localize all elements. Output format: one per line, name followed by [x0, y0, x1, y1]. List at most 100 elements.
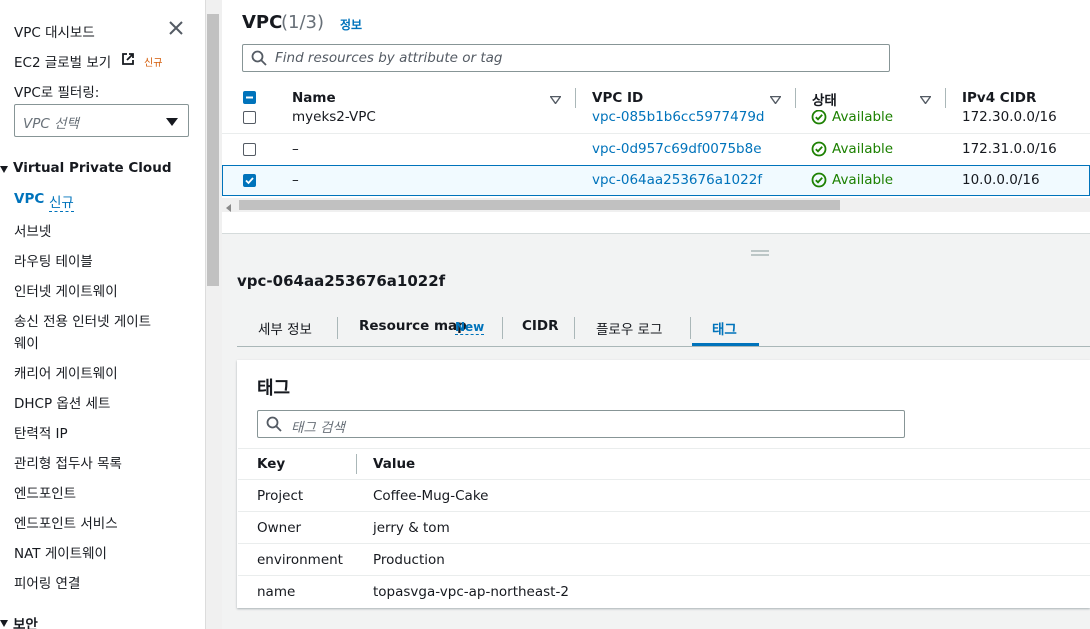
search-placeholder: Find resources by attribute or tag	[275, 50, 503, 66]
tag-row: Owner jerry & tom	[238, 511, 1090, 544]
column-header-name[interactable]: Name	[292, 90, 336, 106]
row-status: Available	[832, 172, 894, 188]
tag-column-value[interactable]: Value	[373, 456, 415, 472]
column-separator[interactable]	[356, 454, 357, 474]
status-ok-icon	[811, 110, 827, 129]
caret-down-icon	[166, 116, 178, 131]
tab-tags[interactable]: 태그	[712, 318, 737, 338]
page-title: VPC	[242, 12, 283, 33]
table-row[interactable]: – vpc-0d957c69df0075b8e Available 172.31…	[222, 133, 1090, 165]
select-all-checkbox[interactable]	[243, 91, 256, 104]
row-status: Available	[832, 110, 894, 125]
column-header-ipv4-cidr[interactable]: IPv4 CIDR	[962, 90, 1036, 106]
scroll-left-icon[interactable]	[226, 201, 232, 216]
sidebar-item-egress-only-gateway[interactable]: 송신 전용 인터넷 게이트	[14, 310, 151, 330]
table-body: myeks2-VPC vpc-085b1b6cc5977479d Availab…	[222, 110, 1090, 196]
status-ok-icon	[811, 172, 827, 192]
sidebar-scrollbar-thumb[interactable]	[207, 14, 219, 286]
section-virtual-private-cloud[interactable]: Virtual Private Cloud	[13, 160, 171, 176]
column-header-vpc-id[interactable]: VPC ID	[592, 90, 643, 106]
tags-header-border	[238, 448, 1090, 449]
external-link-icon	[121, 52, 135, 70]
vpc-filter-select[interactable]: VPC 선택	[14, 104, 189, 137]
table-scrollbar-thumb[interactable]	[239, 200, 840, 210]
tab-details[interactable]: 세부 정보	[258, 318, 312, 338]
tab-resource-map[interactable]: Resource map	[359, 318, 467, 334]
tag-value: jerry & tom	[373, 520, 450, 536]
sidebar-item-vpc-dashboard[interactable]: VPC 대시보드	[14, 21, 95, 41]
tab-flow-logs[interactable]: 플로우 로그	[596, 318, 662, 338]
row-checkbox[interactable]	[243, 174, 256, 187]
row-name: myeks2-VPC	[292, 110, 376, 125]
sidebar-item-nat-gateways[interactable]: NAT 게이트웨이	[14, 542, 107, 562]
row-vpc-id[interactable]: vpc-064aa253676a1022f	[592, 172, 762, 188]
sidebar-item-carrier-gateways[interactable]: 캐리어 게이트웨이	[14, 362, 118, 382]
tag-row: Project Coffee-Mug-Cake	[238, 479, 1090, 512]
row-name: –	[292, 141, 299, 157]
tag-key: Owner	[257, 520, 302, 536]
sidebar-item-ec2-global-view[interactable]: EC2 글로벌 보기	[14, 51, 111, 71]
selection-count: (1/3)	[281, 12, 325, 33]
tags-search-input[interactable]: 태그 검색	[257, 410, 905, 438]
detail-title: vpc-064aa253676a1022f	[237, 272, 446, 290]
split-divider	[222, 233, 1090, 234]
info-link[interactable]: 정보	[340, 16, 362, 33]
table-row-selected[interactable]: – vpc-064aa253676a1022f Available 10.0.0…	[222, 165, 1090, 196]
sidebar-item-peering[interactable]: 피어링 연결	[14, 572, 80, 592]
column-separator[interactable]	[945, 88, 946, 108]
search-icon	[266, 416, 282, 436]
sidebar-item-endpoint-services[interactable]: 엔드포인트 서비스	[14, 512, 118, 532]
vpc-new-badge: 신규	[49, 191, 74, 212]
tab-separator	[690, 317, 691, 339]
drag-handle-icon[interactable]	[751, 245, 769, 260]
column-separator[interactable]	[795, 88, 796, 108]
tags-search-placeholder: 태그 검색	[291, 420, 345, 436]
sort-icon[interactable]	[549, 93, 562, 108]
sidebar-item-route-tables[interactable]: 라우팅 테이블	[14, 250, 93, 270]
tag-value: Production	[373, 552, 445, 568]
row-cidr: 172.31.0.0/16	[962, 141, 1057, 157]
tab-separator	[574, 317, 575, 339]
row-status: Available	[832, 141, 894, 157]
sidebar-item-elastic-ips[interactable]: 탄력적 IP	[14, 422, 68, 442]
caret-down-icon[interactable]	[0, 617, 8, 629]
column-separator[interactable]	[575, 88, 576, 108]
row-name: –	[292, 172, 299, 188]
tag-key: Project	[257, 488, 304, 504]
table-header	[222, 84, 1090, 110]
row-checkbox[interactable]	[243, 111, 256, 124]
tab-cidr[interactable]: CIDR	[522, 318, 559, 334]
sidebar: VPC 대시보드 EC2 글로벌 보기 신규 VPC로 필터링: VPC 선택 …	[0, 0, 205, 629]
close-icon[interactable]	[167, 19, 185, 41]
row-vpc-id[interactable]: vpc-0d957c69df0075b8e	[592, 141, 762, 157]
tag-value: topasvga-vpc-ap-northeast-2	[373, 584, 569, 600]
tag-column-key[interactable]: Key	[257, 456, 285, 472]
caret-down-icon[interactable]	[0, 163, 8, 178]
sidebar-item-dhcp-options[interactable]: DHCP 옵션 세트	[14, 392, 110, 412]
tags-heading: 태그	[257, 378, 291, 399]
sidebar-item-prefix-lists[interactable]: 관리형 접두사 목록	[14, 452, 122, 472]
vpc-filter-placeholder: VPC 선택	[23, 116, 79, 132]
tabs-underline	[237, 346, 1090, 347]
tab-separator	[337, 317, 338, 339]
tag-row: name topasvga-vpc-ap-northeast-2	[238, 575, 1090, 608]
tab-new-badge: New	[455, 320, 485, 335]
tag-key: environment	[257, 552, 343, 568]
sidebar-item-endpoints[interactable]: 엔드포인트	[14, 482, 76, 502]
sidebar-item-egress-only-gateway-cont[interactable]: 웨이	[14, 332, 39, 352]
search-input[interactable]: Find resources by attribute or tag	[242, 44, 890, 72]
sort-icon[interactable]	[769, 93, 782, 108]
row-vpc-id[interactable]: vpc-085b1b6cc5977479d	[592, 110, 764, 125]
status-ok-icon	[811, 141, 827, 161]
sidebar-item-vpc[interactable]: VPC	[14, 191, 44, 207]
column-header-status[interactable]: 상태	[812, 89, 837, 109]
sort-icon[interactable]	[919, 93, 932, 108]
row-checkbox[interactable]	[243, 143, 256, 156]
sidebar-item-subnets[interactable]: 서브넷	[14, 220, 51, 240]
section-security[interactable]: 보안	[13, 613, 38, 629]
table-row[interactable]: myeks2-VPC vpc-085b1b6cc5977479d Availab…	[222, 110, 1090, 133]
search-icon	[251, 50, 267, 70]
new-badge: 신규	[144, 58, 163, 69]
row-cidr: 172.30.0.0/16	[962, 110, 1057, 125]
sidebar-item-internet-gateways[interactable]: 인터넷 게이트웨이	[14, 280, 118, 300]
